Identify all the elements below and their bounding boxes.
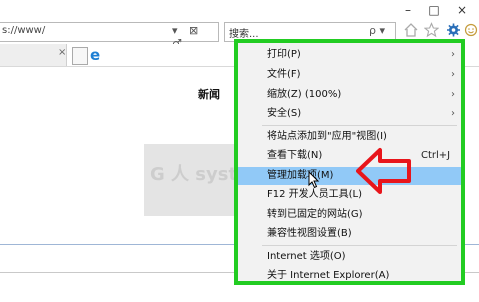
close-button[interactable]: ×	[450, 1, 474, 19]
menu-item-view-downloads[interactable]: 查看下载(N) Ctrl+J	[238, 147, 461, 165]
new-tab-icon[interactable]	[72, 47, 88, 65]
menu-item-label: 关于 Internet Explorer(A)	[267, 270, 390, 281]
menu-item-compat-view[interactable]: 兼容性视图设置(B)	[238, 225, 461, 243]
menu-item-add-to-apps[interactable]: 将站点添加到"应用"视图(I)	[238, 128, 461, 146]
menu-item-label: 转到已固定的网站(G)	[267, 209, 363, 220]
address-text: s://www/	[2, 25, 46, 36]
tab-close-icon[interactable]: ×	[58, 47, 66, 58]
news-link[interactable]: 新闻	[198, 86, 220, 102]
chevron-right-icon: ›	[451, 89, 455, 100]
menu-item-label: 管理加载项(M)	[267, 170, 334, 181]
menu-item-label: 将站点添加到"应用"视图(I)	[267, 131, 387, 142]
minimize-button[interactable]: –	[396, 1, 420, 19]
ie-logo-icon[interactable]: e	[90, 46, 100, 64]
address-bar[interactable]: s://www/ ▾ ⊠ ♂	[0, 22, 219, 50]
menu-item-internet-options[interactable]: Internet 选项(O)	[238, 248, 461, 266]
menu-item-label: 查看下载(N)	[267, 150, 323, 161]
menu-separator	[262, 245, 457, 246]
menu-separator	[262, 125, 457, 126]
maximize-button[interactable]: □	[422, 1, 446, 19]
menu-item-manage-addons[interactable]: 管理加载项(M)	[238, 167, 461, 185]
menu-item-label: 兼容性视图设置(B)	[267, 228, 352, 239]
menu-item-label: 打印(P)	[267, 49, 301, 60]
menu-item-label: Internet 选项(O)	[267, 251, 346, 262]
menu-item-label: 文件(F)	[267, 69, 301, 80]
chevron-right-icon: ›	[451, 49, 455, 60]
search-placeholder: 搜索...	[229, 29, 259, 40]
menu-item-print[interactable]: 打印(P) ›	[238, 46, 461, 64]
menu-item-safety[interactable]: 安全(S) ›	[238, 105, 461, 123]
smile-icon[interactable]	[464, 22, 478, 42]
menu-item-zoom[interactable]: 缩放(Z) (100%) ›	[238, 86, 461, 104]
search-icon[interactable]: ρ ▾	[369, 24, 385, 37]
menu-item-shortcut: Ctrl+J	[421, 150, 451, 161]
tools-menu: 打印(P) › 文件(F) › 缩放(Z) (100%) › 安全(S) › 将…	[234, 39, 465, 285]
menu-item-label: 安全(S)	[267, 108, 302, 119]
menu-item-file[interactable]: 文件(F) ›	[238, 66, 461, 84]
menu-item-about-ie[interactable]: 关于 Internet Explorer(A)	[238, 267, 461, 285]
mouse-pointer-icon	[308, 170, 320, 192]
chevron-right-icon: ›	[451, 69, 455, 80]
menu-item-f12-devtools[interactable]: F12 开发人员工具(L)	[238, 186, 461, 204]
chevron-right-icon: ›	[451, 108, 455, 119]
title-bar: – □ ×	[0, 0, 479, 20]
menu-item-pinned-sites[interactable]: 转到已固定的网站(G)	[238, 206, 461, 224]
menu-item-label: 缩放(Z) (100%)	[267, 89, 342, 100]
red-arrow-icon	[356, 146, 412, 199]
tab-active[interactable]: ×	[0, 44, 67, 66]
